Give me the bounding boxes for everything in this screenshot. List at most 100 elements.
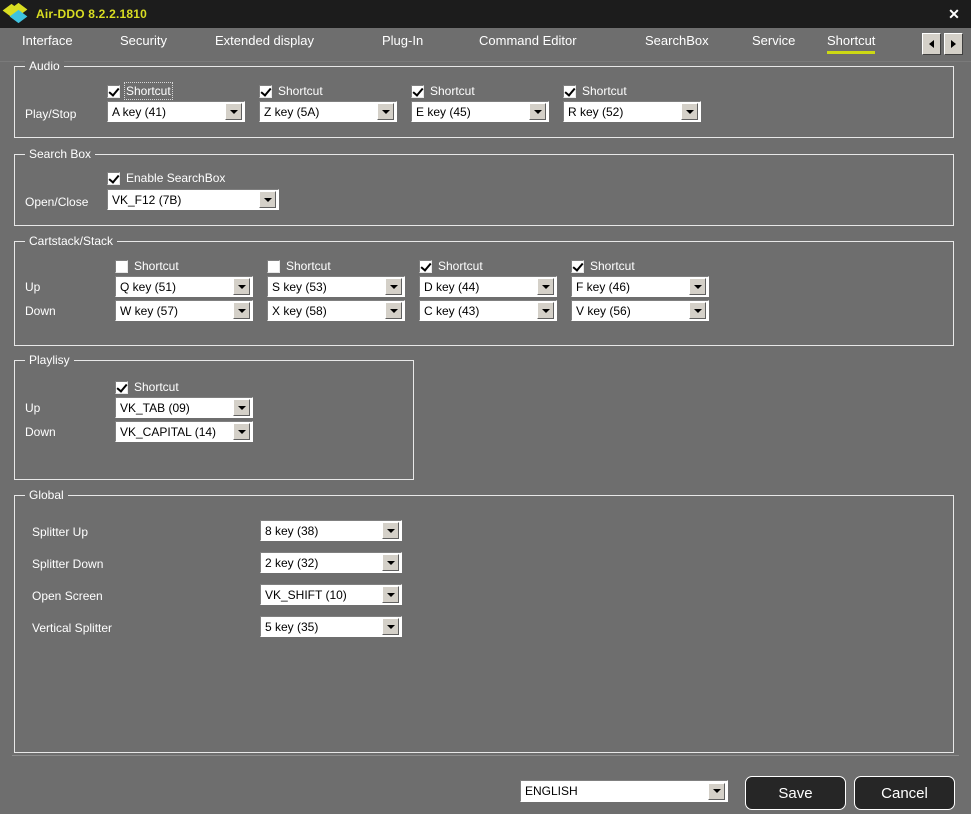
checkbox-cartstack-1[interactable]: Shortcut — [115, 259, 179, 273]
tab-searchbox[interactable]: SearchBox — [645, 33, 709, 50]
combo-value: VK_CAPITAL (14) — [120, 424, 217, 439]
chevron-down-icon[interactable] — [382, 586, 399, 603]
combo-audio-3[interactable]: E key (45) — [411, 101, 549, 122]
combo-cartstack-2-down[interactable]: X key (58) — [267, 300, 405, 321]
chevron-down-icon[interactable] — [377, 103, 394, 120]
tab-security[interactable]: Security — [120, 33, 167, 50]
title-bar: Air-DDO 8.2.2.1810 ✕ — [0, 0, 971, 28]
combo-value: ENGLISH — [525, 784, 578, 798]
checkbox-audio-3[interactable]: Shortcut — [411, 84, 475, 98]
chevron-down-icon[interactable] — [708, 782, 725, 800]
combo-cartstack-3-up[interactable]: D key (44) — [419, 276, 557, 297]
checkbox-label: Shortcut — [134, 380, 179, 394]
chevron-down-icon[interactable] — [382, 554, 399, 571]
tab-shortcut[interactable]: Shortcut — [827, 33, 876, 56]
checkbox-box-icon — [411, 84, 424, 98]
window-title: Air-DDO 8.2.2.1810 — [36, 7, 147, 21]
group-title: Search Box — [25, 147, 96, 161]
combo-playlist-down[interactable]: VK_CAPITAL (14) — [115, 421, 253, 442]
group-cartstack: Cartstack/Stack Up Down Shortcut Q key (… — [14, 234, 954, 346]
chevron-down-icon[interactable] — [382, 618, 399, 635]
chevron-down-icon[interactable] — [233, 399, 250, 416]
checkbox-cartstack-2[interactable]: Shortcut — [267, 259, 331, 273]
chevron-down-icon[interactable] — [681, 103, 698, 120]
group-global: Global Splitter Up 8 key (38) Splitter D… — [14, 488, 954, 753]
chevron-down-icon[interactable] — [689, 278, 706, 295]
label-down: Down — [25, 304, 56, 318]
chevron-down-icon[interactable] — [233, 278, 250, 295]
checkbox-audio-4[interactable]: Shortcut — [563, 84, 627, 98]
group-playlist: Playlisy Up Down Shortcut VK_TAB (09) VK… — [14, 353, 414, 480]
chevron-down-icon[interactable] — [529, 103, 546, 120]
close-icon[interactable]: ✕ — [943, 3, 965, 25]
chevron-down-icon[interactable] — [537, 278, 554, 295]
chevron-down-icon[interactable] — [385, 278, 402, 295]
combo-playlist-up[interactable]: VK_TAB (09) — [115, 397, 253, 418]
save-button[interactable]: Save — [745, 776, 846, 810]
checkbox-box-icon — [571, 259, 584, 273]
combo-splitter-down[interactable]: 2 key (32) — [260, 552, 402, 573]
chevron-down-icon[interactable] — [385, 302, 402, 319]
checkbox-label: Shortcut — [286, 259, 331, 273]
chevron-down-icon[interactable] — [382, 522, 399, 539]
checkbox-label: Shortcut — [590, 259, 635, 273]
combo-value: A key (41) — [112, 104, 167, 119]
combo-cartstack-2-up[interactable]: S key (53) — [267, 276, 405, 297]
combo-splitter-up[interactable]: 8 key (38) — [260, 520, 402, 541]
tab-label: SearchBox — [645, 33, 709, 48]
combo-vertical-splitter[interactable]: 5 key (35) — [260, 616, 402, 637]
cancel-button[interactable]: Cancel — [854, 776, 955, 810]
combo-cartstack-4-down[interactable]: V key (56) — [571, 300, 709, 321]
combo-audio-1[interactable]: A key (41) — [107, 101, 245, 122]
combo-open-screen[interactable]: VK_SHIFT (10) — [260, 584, 402, 605]
chevron-down-icon[interactable] — [537, 302, 554, 319]
label-up: Up — [25, 401, 41, 415]
group-title: Global — [25, 488, 68, 502]
combo-audio-2[interactable]: Z key (5A) — [259, 101, 397, 122]
checkbox-label: Shortcut — [134, 259, 179, 273]
tab-command-editor[interactable]: Command Editor — [479, 33, 577, 50]
combo-language[interactable]: ENGLISH — [520, 780, 728, 802]
chevron-down-icon[interactable] — [225, 103, 242, 120]
checkbox-enable-searchbox[interactable]: Enable SearchBox — [107, 171, 225, 185]
combo-cartstack-3-down[interactable]: C key (43) — [419, 300, 557, 321]
chevron-down-icon[interactable] — [233, 302, 250, 319]
checkbox-playlist[interactable]: Shortcut — [115, 380, 179, 394]
label-open-close: Open/Close — [25, 195, 89, 209]
chevron-right-icon[interactable] — [944, 33, 963, 55]
tab-interface[interactable]: Interface — [22, 33, 73, 50]
combo-cartstack-1-up[interactable]: Q key (51) — [115, 276, 253, 297]
combo-value: 8 key (38) — [265, 523, 319, 538]
chevron-down-icon[interactable] — [689, 302, 706, 319]
checkbox-box-icon — [115, 259, 128, 273]
tab-label: Shortcut — [827, 33, 876, 48]
tab-label: Interface — [22, 33, 73, 48]
combo-cartstack-1-down[interactable]: W key (57) — [115, 300, 253, 321]
checkbox-box-icon — [115, 380, 128, 394]
group-title: Playlisy — [25, 353, 74, 367]
tab-label: Extended display — [215, 33, 315, 48]
tab-extended-display[interactable]: Extended display — [215, 33, 314, 50]
checkbox-cartstack-4[interactable]: Shortcut — [571, 259, 635, 273]
chevron-left-icon[interactable] — [922, 33, 941, 55]
chevron-down-icon[interactable] — [233, 423, 250, 440]
tab-plug-in[interactable]: Plug-In — [382, 33, 423, 50]
checkbox-audio-2[interactable]: Shortcut — [259, 84, 323, 98]
checkbox-box-icon — [107, 84, 120, 98]
checkbox-cartstack-3[interactable]: Shortcut — [419, 259, 483, 273]
combo-value: F key (46) — [576, 279, 631, 294]
combo-value: W key (57) — [120, 303, 179, 318]
checkbox-audio-1[interactable]: Shortcut — [107, 82, 173, 100]
combo-audio-4[interactable]: R key (52) — [563, 101, 701, 122]
combo-value: C key (43) — [424, 303, 480, 318]
checkbox-label: Shortcut — [124, 82, 173, 100]
combo-cartstack-4-up[interactable]: F key (46) — [571, 276, 709, 297]
chevron-down-icon[interactable] — [259, 191, 276, 208]
checkbox-box-icon — [563, 84, 576, 98]
tab-service[interactable]: Service — [752, 33, 795, 50]
label-vertical-splitter: Vertical Splitter — [32, 621, 113, 635]
combo-searchbox-open-close[interactable]: VK_F12 (7B) — [107, 189, 279, 210]
checkbox-label: Shortcut — [582, 84, 627, 98]
label-open-screen: Open Screen — [32, 589, 103, 603]
checkbox-label: Shortcut — [430, 84, 475, 98]
